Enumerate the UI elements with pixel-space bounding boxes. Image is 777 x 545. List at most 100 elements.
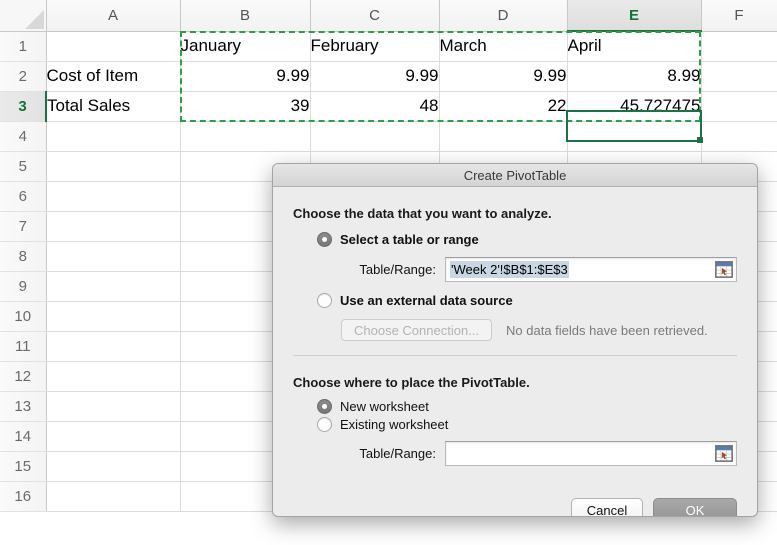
column-header-b[interactable]: B [180, 0, 311, 32]
dialog-titlebar[interactable]: Create PivotTable [273, 164, 757, 187]
cell-a11[interactable] [46, 331, 181, 362]
place-heading: Choose where to place the PivotTable. [293, 375, 530, 390]
radio-use-external-data-source-label: Use an external data source [340, 293, 513, 308]
choose-connection-row: Choose Connection... No data fields have… [341, 319, 737, 341]
column-header-d[interactable]: D [439, 0, 568, 32]
cell-a15[interactable] [46, 451, 181, 482]
select-all-corner[interactable] [0, 0, 47, 32]
column-header-a[interactable]: A [46, 0, 181, 32]
cell-c2[interactable]: 9.99 [310, 61, 440, 92]
cell-a1[interactable] [46, 31, 181, 62]
cell-a10[interactable] [46, 301, 181, 332]
cancel-button[interactable]: Cancel [571, 498, 643, 516]
row-header-2[interactable]: 2 [0, 61, 47, 92]
row-3: 3 Total Sales 39 48 22 45.727475 [0, 91, 777, 122]
cell-a16[interactable] [46, 481, 181, 512]
cell-f3[interactable] [701, 91, 777, 122]
cell-f1[interactable] [701, 31, 777, 62]
cell-a5[interactable] [46, 151, 181, 182]
radio-existing-worksheet[interactable]: Existing worksheet [317, 417, 737, 432]
cell-e3[interactable]: 45.727475 [567, 91, 702, 122]
range-picker-glyph [715, 445, 733, 462]
range-picker-icon[interactable] [715, 445, 733, 462]
cell-b3[interactable]: 39 [180, 91, 311, 122]
radio-button-selected-icon[interactable] [317, 399, 332, 414]
column-header-e[interactable]: E [567, 0, 702, 32]
cell-c3[interactable]: 48 [310, 91, 440, 122]
cell-a2[interactable]: Cost of Item [46, 61, 181, 92]
table-range-source-row: Table/Range: 'Week 2'!$B$1:$E$3 [317, 257, 737, 282]
row-header-16[interactable]: 16 [0, 481, 47, 512]
row-header-12[interactable]: 12 [0, 361, 47, 392]
row-header-9[interactable]: 9 [0, 271, 47, 302]
range-picker-glyph [715, 261, 733, 278]
cell-d2[interactable]: 9.99 [439, 61, 568, 92]
ok-button[interactable]: OK [653, 498, 737, 516]
row-2: 2 Cost of Item 9.99 9.99 9.99 8.99 [0, 61, 777, 92]
connection-status-note: No data fields have been retrieved. [506, 322, 708, 338]
cell-d4[interactable] [439, 121, 568, 152]
cell-e2[interactable]: 8.99 [567, 61, 702, 92]
cell-d3[interactable]: 22 [439, 91, 568, 122]
radio-new-worksheet-label: New worksheet [340, 399, 429, 414]
cell-a4[interactable] [46, 121, 181, 152]
radio-new-worksheet[interactable]: New worksheet [317, 399, 737, 414]
cell-a3[interactable]: Total Sales [46, 91, 181, 122]
row-header-15[interactable]: 15 [0, 451, 47, 482]
column-header-c[interactable]: C [310, 0, 440, 32]
row-header-11[interactable]: 11 [0, 331, 47, 362]
row-header-6[interactable]: 6 [0, 181, 47, 212]
radio-button-unselected-icon[interactable] [317, 417, 332, 432]
cell-b4[interactable] [180, 121, 311, 152]
cell-e1[interactable]: April [567, 31, 702, 62]
cell-e4[interactable] [567, 121, 702, 152]
row-header-7[interactable]: 7 [0, 211, 47, 242]
cell-a12[interactable] [46, 361, 181, 392]
row-header-10[interactable]: 10 [0, 301, 47, 332]
cell-f2[interactable] [701, 61, 777, 92]
table-range-source-input[interactable]: 'Week 2'!$B$1:$E$3 [445, 257, 737, 282]
cell-c1[interactable]: February [310, 31, 440, 62]
dialog-footer: Cancel OK [571, 498, 737, 516]
radio-existing-worksheet-label: Existing worksheet [340, 417, 449, 432]
cell-a8[interactable] [46, 241, 181, 272]
corner-triangle-icon [24, 9, 44, 29]
row-header-14[interactable]: 14 [0, 421, 47, 452]
row-header-4[interactable]: 4 [0, 121, 47, 152]
row-header-1[interactable]: 1 [0, 31, 47, 62]
dialog-title: Create PivotTable [463, 167, 567, 183]
table-range-destination-label: Table/Range: [359, 446, 436, 461]
cell-a14[interactable] [46, 421, 181, 452]
cell-a6[interactable] [46, 181, 181, 212]
radio-button-selected-icon[interactable] [317, 232, 332, 247]
row-header-13[interactable]: 13 [0, 391, 47, 422]
row-header-8[interactable]: 8 [0, 241, 47, 272]
table-range-source-label: Table/Range: [359, 262, 436, 277]
table-range-source-value: 'Week 2'!$B$1:$E$3 [450, 261, 569, 278]
cell-b1[interactable]: January [180, 31, 311, 62]
table-range-destination-input[interactable] [445, 441, 737, 466]
cell-a9[interactable] [46, 271, 181, 302]
cell-c4[interactable] [310, 121, 440, 152]
row-header-3[interactable]: 3 [0, 91, 47, 122]
dialog-body: Choose the data that you want to analyze… [273, 206, 757, 516]
radio-select-table-or-range[interactable]: Select a table or range [317, 232, 737, 247]
row-4: 4 [0, 121, 777, 152]
row-header-5[interactable]: 5 [0, 151, 47, 182]
cell-b2[interactable]: 9.99 [180, 61, 311, 92]
range-picker-icon[interactable] [715, 261, 733, 278]
choose-connection-button: Choose Connection... [341, 319, 493, 341]
excel-window: A B C D E F 1 January February March Apr… [0, 0, 777, 545]
radio-select-table-or-range-label: Select a table or range [340, 232, 479, 247]
table-range-destination-value [450, 453, 452, 455]
cell-d1[interactable]: March [439, 31, 568, 62]
column-header-f[interactable]: F [701, 0, 777, 32]
cell-a13[interactable] [46, 391, 181, 422]
cell-f4[interactable] [701, 121, 777, 152]
radio-button-unselected-icon[interactable] [317, 293, 332, 308]
row-1: 1 January February March April [0, 31, 777, 62]
section-divider [293, 355, 737, 356]
radio-use-external-data-source[interactable]: Use an external data source [317, 293, 737, 308]
cell-a7[interactable] [46, 211, 181, 242]
column-header-row: A B C D E F [0, 0, 777, 32]
